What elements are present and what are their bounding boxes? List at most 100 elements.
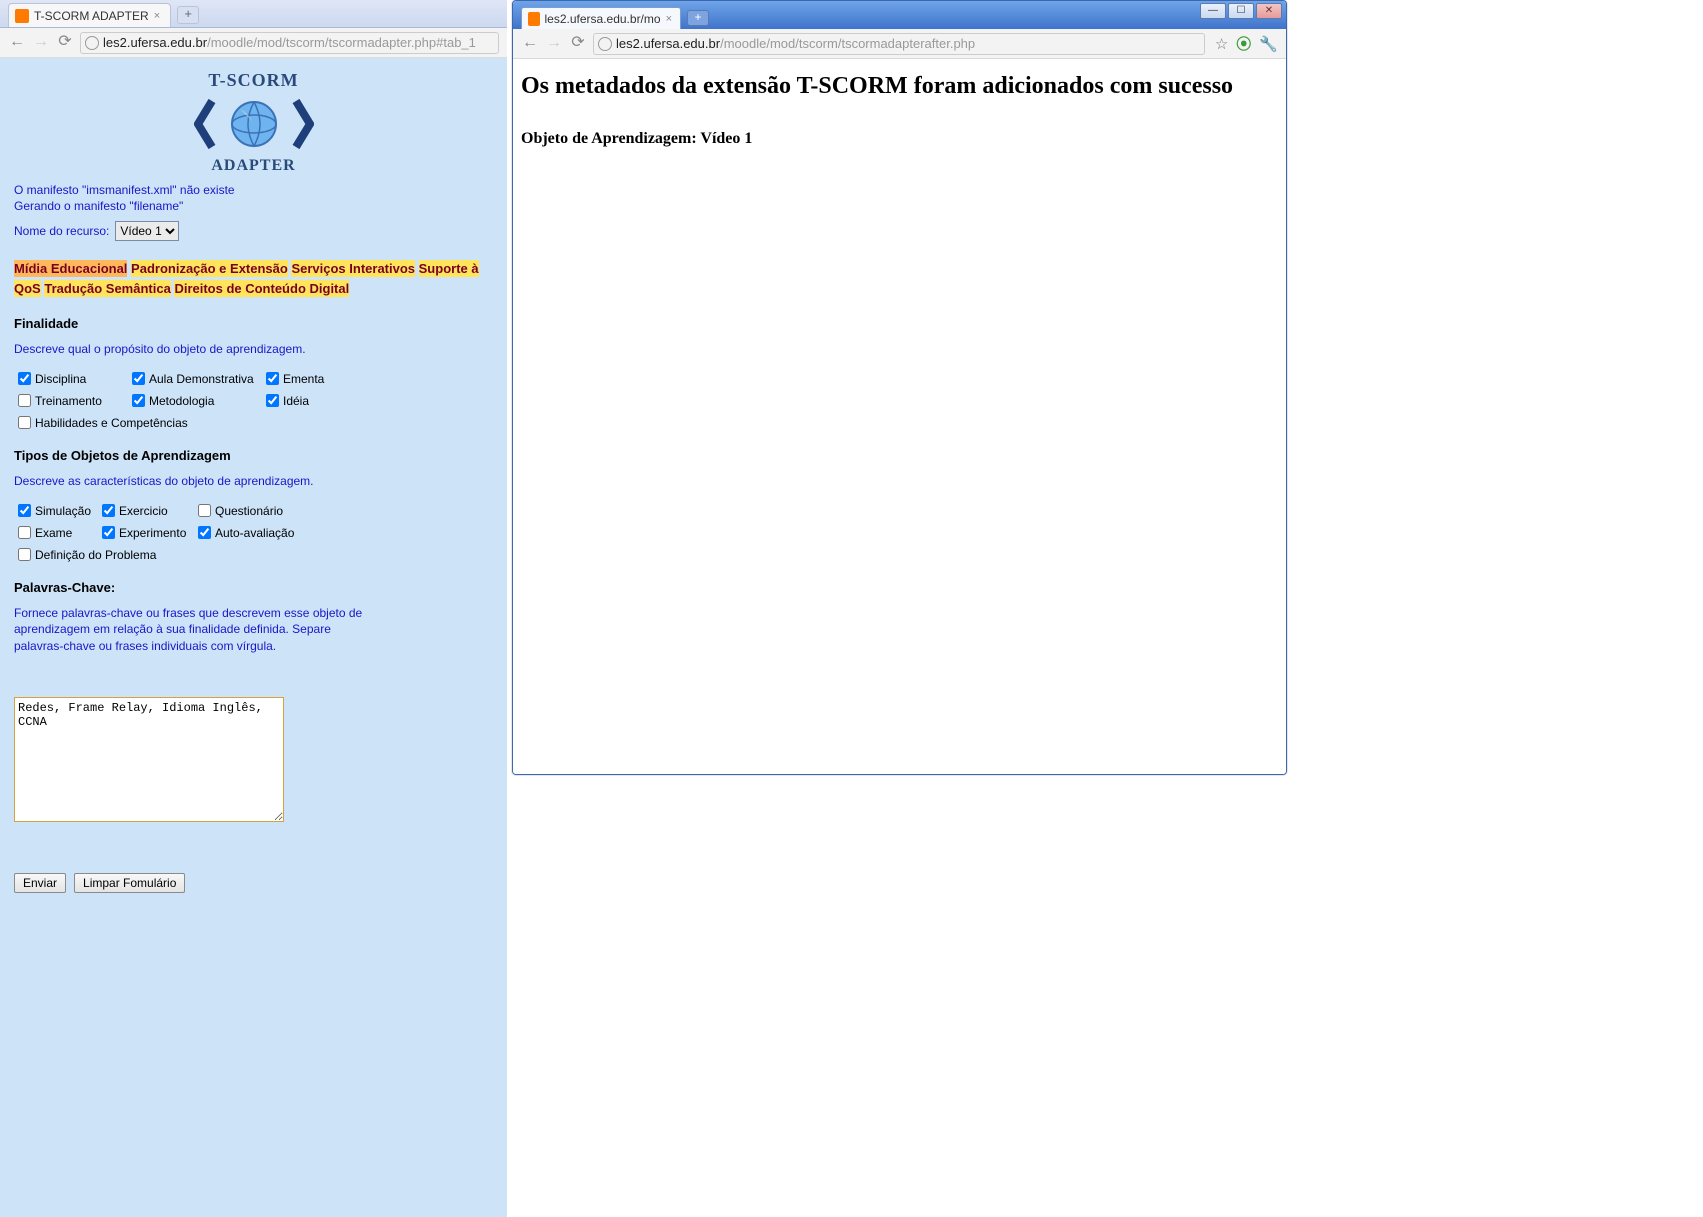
right-address-bar[interactable]: les2.ufersa.edu.br/moodle/mod/tscorm/tsc… [593,33,1205,55]
close-tab-icon[interactable]: × [666,13,672,25]
check-label: Habilidades e Competências [35,416,188,430]
minimize-button[interactable]: — [1200,3,1226,19]
back-button[interactable]: ← [8,34,26,52]
checkbox[interactable] [198,526,211,539]
submit-button[interactable]: Enviar [14,873,66,893]
right-page-content: Os metadados da extensão T-SCORM foram a… [513,59,1286,775]
new-tab-button[interactable]: + [177,6,199,24]
sec2-desc: Descreve as características do objeto de… [14,473,493,490]
maximize-button[interactable]: ☐ [1228,3,1254,19]
check-ementa[interactable]: Ementa [266,372,493,386]
checkbox[interactable] [102,526,115,539]
sec3-desc: Fornece palavras-chave ou frases que des… [14,605,364,655]
left-tabbar: T-SCORM ADAPTER × + [0,0,507,28]
new-tab-button[interactable]: + [687,10,709,26]
forward-button[interactable]: → [545,35,563,53]
check-treinamento[interactable]: Treinamento [18,394,128,408]
logo-line1: T-SCORM [14,70,493,91]
check-ideia[interactable]: Idéia [266,394,493,408]
resource-label: Nome do recurso: [14,224,109,238]
back-button[interactable]: ← [521,35,539,53]
checkbox[interactable] [132,372,145,385]
logo-line2: ADAPTER [14,157,493,175]
tab-traducao[interactable]: Tradução Semântica [44,280,170,297]
favicon-icon [15,9,29,23]
check-aula-demonstrativa[interactable]: Aula Demonstrativa [132,372,262,386]
check-questionario[interactable]: Questionário [198,504,493,518]
check-habilidades[interactable]: Habilidades e Competências [18,416,493,430]
left-page-content: T-SCORM ADAPTER O manifesto "imsmanifest… [0,58,507,1217]
keywords-textarea[interactable] [14,697,284,822]
status-line-2: Gerando o manifesto "filename" [14,199,493,213]
tscorm-logo: T-SCORM ADAPTER [14,70,493,175]
sec1-desc: Descreve qual o propósito do objeto de a… [14,341,493,358]
globe-arrows-icon [194,93,314,155]
right-toolbar-icons: ☆ ⦿ 🔧 [1215,33,1278,54]
extension-icon[interactable]: ⦿ [1236,33,1251,54]
right-url-path: /moodle/mod/tscorm/tscormadapterafter.ph… [720,36,975,51]
clear-button[interactable]: Limpar Fomulário [74,873,185,893]
sec2-title: Tipos de Objetos de Aprendizagem [14,448,493,463]
check-label: Treinamento [35,394,102,408]
sec1-title: Finalidade [14,316,493,331]
check-simulacao[interactable]: Simulação [18,504,98,518]
resource-row: Nome do recurso: Vídeo 1 [14,221,493,241]
bookmark-star-icon[interactable]: ☆ [1215,35,1228,53]
check-auto-avaliacao[interactable]: Auto-avaliação [198,526,493,540]
checkbox[interactable] [266,372,279,385]
close-window-button[interactable]: ✕ [1256,3,1282,19]
checkbox[interactable] [18,548,31,561]
check-label: Idéia [283,394,309,408]
left-tab[interactable]: T-SCORM ADAPTER × [8,3,171,27]
left-url-path: /moodle/mod/tscorm/tscormadapter.php#tab… [207,35,476,50]
success-heading: Os metadados da extensão T-SCORM foram a… [521,73,1278,100]
tab-direitos[interactable]: Direitos de Conteúdo Digital [174,280,349,297]
right-titlebar: les2.ufersa.edu.br/mo × + — ☐ ✕ [513,1,1286,29]
right-tab[interactable]: les2.ufersa.edu.br/mo × [521,7,681,29]
check-exame[interactable]: Exame [18,526,98,540]
resource-select[interactable]: Vídeo 1 [115,221,179,241]
reload-button[interactable]: ⟳ [56,34,74,52]
checkbox[interactable] [102,504,115,517]
globe-icon [85,36,99,50]
check-label: Exercicio [119,504,168,518]
tab-servicos[interactable]: Serviços Interativos [291,260,415,277]
left-address-bar[interactable]: les2.ufersa.edu.br/moodle/mod/tscorm/tsc… [80,32,499,54]
check-label: Ementa [283,372,324,386]
checkbox[interactable] [266,394,279,407]
left-url-domain: les2.ufersa.edu.br [103,35,207,50]
form-button-row: Enviar Limpar Fomulário [14,873,493,893]
check-label: Exame [35,526,72,540]
checkbox[interactable] [18,394,31,407]
globe-icon [598,37,612,51]
checkbox[interactable] [18,416,31,429]
checkbox[interactable] [198,504,211,517]
reload-button[interactable]: ⟳ [569,35,587,53]
check-label: Simulação [35,504,91,518]
close-tab-icon[interactable]: × [154,10,160,22]
tab-padronizacao[interactable]: Padronização e Extensão [131,260,288,277]
check-label: Definição do Problema [35,548,156,562]
check-disciplina[interactable]: Disciplina [18,372,128,386]
checkbox[interactable] [18,504,31,517]
sec2-check-grid: Simulação Exercicio Questionário Exame E… [18,504,493,562]
window-controls: — ☐ ✕ [1200,3,1282,19]
check-exercicio[interactable]: Exercicio [102,504,194,518]
check-experimento[interactable]: Experimento [102,526,194,540]
category-tab-strip: Mídia Educacional Padronização e Extensã… [14,259,493,298]
check-metodologia[interactable]: Metodologia [132,394,262,408]
check-label: Metodologia [149,394,214,408]
sec3-title: Palavras-Chave: [14,580,493,595]
right-url-domain: les2.ufersa.edu.br [616,36,720,51]
forward-button[interactable]: → [32,34,50,52]
right-browser-window: les2.ufersa.edu.br/mo × + — ☐ ✕ ← → ⟳ le… [512,0,1287,775]
checkbox[interactable] [18,372,31,385]
check-label: Disciplina [35,372,86,386]
tab-midia-educacional[interactable]: Mídia Educacional [14,260,127,277]
checkbox[interactable] [132,394,145,407]
checkbox[interactable] [18,526,31,539]
right-nav-toolbar: ← → ⟳ les2.ufersa.edu.br/moodle/mod/tsco… [513,29,1286,59]
check-definicao-problema[interactable]: Definição do Problema [18,548,493,562]
status-line-1: O manifesto "imsmanifest.xml" não existe [14,183,493,197]
wrench-icon[interactable]: 🔧 [1259,35,1278,53]
